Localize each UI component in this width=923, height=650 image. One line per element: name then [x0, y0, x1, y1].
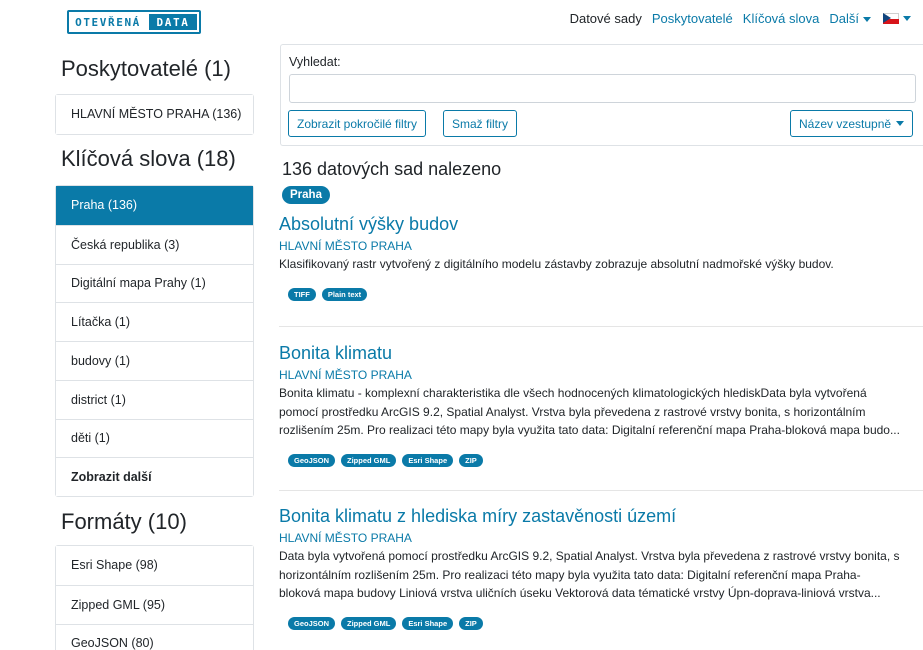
- search-panel: Vyhledat: Zobrazit pokročilé filtry Smaž…: [280, 44, 923, 146]
- keywords-list: Praha (136) Česká republika (3) Digitáln…: [55, 185, 254, 497]
- sort-label: Název vzestupně: [799, 116, 892, 131]
- dataset-result: Bonita klimatu z hlediska míry zastavěno…: [279, 505, 923, 630]
- keyword-item-praha[interactable]: Praha (136): [56, 186, 253, 225]
- format-tag: Esri Shape: [402, 453, 454, 467]
- providers-list: HLAVNÍ MĚSTO PRAHA (136): [55, 94, 254, 135]
- show-more-keywords-link[interactable]: Zobrazit další: [56, 457, 253, 496]
- description-line: horizontálním rozlišením 25m. Pro realiz…: [279, 567, 861, 582]
- format-tag: ZIP: [459, 453, 483, 467]
- keyword-item[interactable]: děti (1): [56, 418, 253, 458]
- description-line: Bonita klimatu - komplexní charakteristi…: [279, 386, 867, 400]
- format-tag: GeoJSON: [288, 453, 336, 467]
- formats-heading: Formáty (10): [61, 509, 187, 534]
- format-tag: GeoJSON: [288, 616, 336, 630]
- result-divider: [279, 326, 923, 327]
- search-label: Vyhledat:: [289, 55, 341, 69]
- keyword-item[interactable]: Digitální mapa Prahy (1): [56, 263, 253, 303]
- description-line: Klasifikovaný rastr vytvořený z digitáln…: [279, 257, 834, 271]
- format-tags: GeoJSON Zipped GML Esri Shape ZIP: [288, 453, 923, 467]
- format-item[interactable]: Esri Shape (98): [56, 546, 253, 585]
- chevron-down-icon: [903, 16, 911, 21]
- nav-more-dropdown[interactable]: Další: [829, 11, 871, 26]
- format-item[interactable]: GeoJSON (80): [56, 623, 253, 650]
- dataset-result: Bonita klimatu HLAVNÍ MĚSTO PRAHA Bonita…: [279, 342, 923, 467]
- description-line: rozlišením 25m. Pro realizaci této mapy …: [279, 423, 900, 437]
- language-switcher[interactable]: [871, 13, 911, 24]
- dataset-result: Absolutní výšky budov HLAVNÍ MĚSTO PRAHA…: [279, 213, 923, 301]
- formats-list: Esri Shape (98) Zipped GML (95) GeoJSON …: [55, 545, 254, 650]
- dataset-description: Data byla vytvořená pomocí prostředku Ar…: [279, 547, 923, 603]
- dataset-title-link[interactable]: Absolutní výšky budov: [279, 213, 923, 235]
- keyword-item[interactable]: district (1): [56, 379, 253, 419]
- search-input[interactable]: [289, 74, 916, 103]
- site-logo[interactable]: OTEVŘENÁ DATA: [67, 10, 201, 34]
- chevron-down-icon: [863, 17, 871, 23]
- format-tag: ZIP: [459, 616, 483, 630]
- keyword-item[interactable]: budovy (1): [56, 341, 253, 380]
- format-tag: Zipped GML: [341, 453, 397, 467]
- dataset-title-link[interactable]: Bonita klimatu: [279, 342, 923, 364]
- logo-text-secondary: DATA: [149, 14, 197, 30]
- format-tag: Plain text: [321, 287, 368, 301]
- provider-item[interactable]: HLAVNÍ MĚSTO PRAHA (136): [56, 95, 253, 134]
- logo-text-primary: OTEVŘENÁ: [69, 12, 147, 32]
- providers-heading: Poskytovatelé (1): [61, 56, 231, 81]
- keyword-item[interactable]: Česká republika (3): [56, 224, 253, 264]
- top-navigation: Datové sady Poskytovatelé Klíčová slova …: [560, 11, 911, 26]
- dataset-description: Bonita klimatu - komplexní charakteristi…: [279, 384, 923, 440]
- advanced-filters-button[interactable]: Zobrazit pokročilé filtry: [288, 110, 427, 137]
- format-item[interactable]: Zipped GML (95): [56, 584, 253, 624]
- czech-flag-icon: [883, 13, 899, 24]
- keyword-item[interactable]: Lítačka (1): [56, 302, 253, 341]
- dataset-title-link[interactable]: Bonita klimatu z hlediska míry zastavěno…: [279, 505, 923, 527]
- result-count: 136 datových sad nalezeno: [282, 159, 502, 179]
- format-tags: GeoJSON Zipped GML Esri Shape ZIP: [288, 616, 923, 630]
- result-divider: [279, 490, 923, 491]
- nav-more-label: Další: [829, 11, 859, 26]
- active-filter-badge[interactable]: Praha: [282, 186, 330, 204]
- nav-keywords[interactable]: Klíčová slova: [743, 11, 820, 26]
- dataset-provider-link[interactable]: HLAVNÍ MĚSTO PRAHA: [279, 239, 923, 254]
- keywords-heading: Klíčová slova (18): [61, 146, 236, 171]
- format-tag: Esri Shape: [402, 616, 454, 630]
- description-line: bloková mapa budovy Liniová vrstva uličn…: [279, 586, 881, 600]
- description-line: Data byla vytvořená pomocí prostředku Ar…: [279, 549, 900, 563]
- dataset-provider-link[interactable]: HLAVNÍ MĚSTO PRAHA: [279, 368, 923, 383]
- clear-filters-button[interactable]: Smaž filtry: [443, 110, 518, 137]
- nav-datasets[interactable]: Datové sady: [570, 11, 642, 26]
- description-line: pomocí prostředku ArcGIS 9.2, Spatial An…: [279, 404, 866, 419]
- chevron-down-icon: [896, 121, 905, 126]
- nav-providers[interactable]: Poskytovatelé: [652, 11, 733, 26]
- dataset-description: Klasifikovaný rastr vytvořený z digitáln…: [279, 255, 923, 274]
- format-tag: TIFF: [288, 287, 316, 301]
- dataset-provider-link[interactable]: HLAVNÍ MĚSTO PRAHA: [279, 531, 923, 546]
- format-tag: Zipped GML: [341, 616, 397, 630]
- format-tags: TIFF Plain text: [288, 287, 923, 301]
- sort-dropdown-button[interactable]: Název vzestupně: [790, 110, 914, 137]
